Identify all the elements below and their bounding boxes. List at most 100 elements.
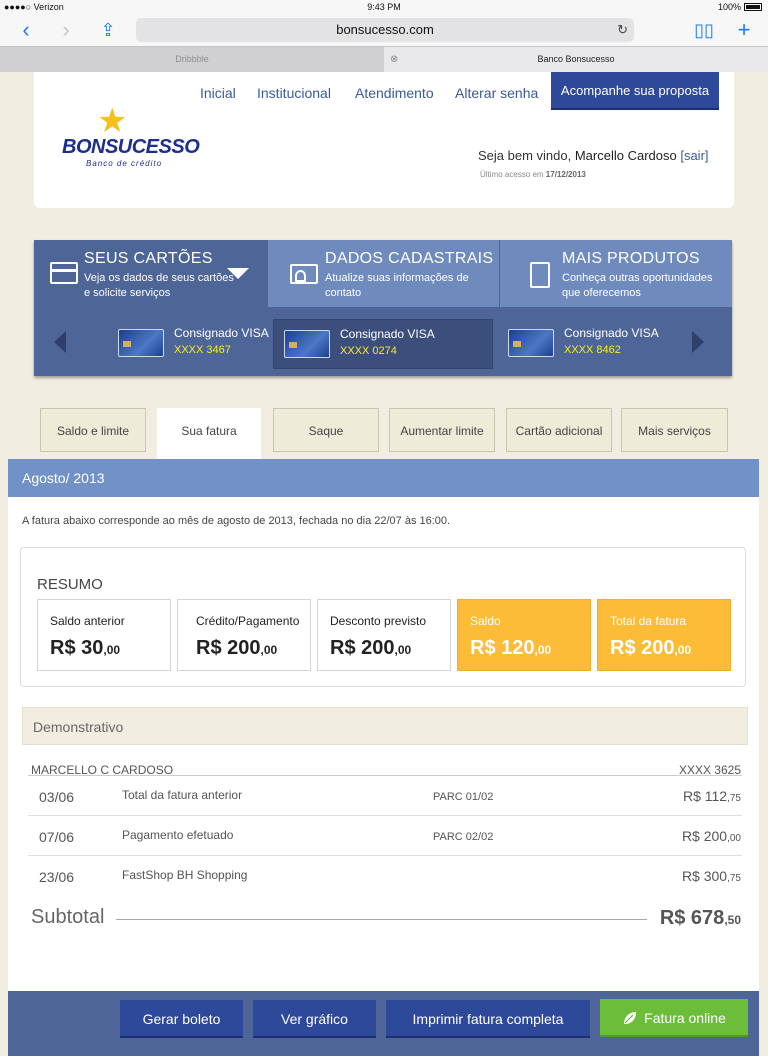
clock: 9:43 PM (367, 2, 401, 12)
amount-main: R$ 112 (682, 788, 728, 804)
card-name: Consignado VISA (564, 326, 659, 340)
tab-mais-servicos[interactable]: Mais serviços (621, 408, 728, 452)
browser-tab-bonsucesso[interactable]: ⊗ Banco Bonsucesso (384, 47, 768, 72)
summary-label: Saldo anterior (50, 614, 125, 628)
statement-header: Demonstrativo (22, 707, 748, 745)
credit-card-icon (50, 262, 78, 284)
invoice-content: Agosto/ 2013 A fatura abaixo corresponde… (8, 459, 759, 991)
amount-cents: ,75 (727, 873, 741, 884)
leaf-icon (624, 1012, 637, 1024)
user-name: Marcello Cardoso (574, 148, 677, 163)
summary-label: Total da fatura (610, 614, 687, 628)
subtotal-divider (116, 919, 647, 920)
tab-cartao-adicional[interactable]: Cartão adicional (506, 408, 612, 452)
value-cents: ,00 (260, 643, 278, 657)
card-item[interactable]: Consignado VISA XXXX 3467 (108, 319, 278, 369)
new-tab-icon[interactable]: + (730, 16, 758, 44)
card-name: Consignado VISA (340, 327, 435, 341)
tab-dados-cadastrais[interactable]: DADOS CADASTRAIS Atualize suas informaçõ… (268, 240, 499, 307)
card-carousel: Consignado VISA XXXX 3467 Consignado VIS… (34, 307, 732, 376)
summary-item-desconto: Desconto previsto R$ 200,00 (317, 599, 451, 671)
table-row: 23/06 FastShop BH Shopping R$ 300,75 (28, 856, 742, 896)
amount-cents: ,00 (727, 833, 741, 844)
forward-icon[interactable]: › (52, 16, 80, 44)
tab-mais-produtos[interactable]: MAIS PRODUTOS Conheça outras oportunidad… (500, 240, 732, 307)
tx-installment: PARC 02/02 (433, 831, 494, 843)
tab-saque[interactable]: Saque (273, 408, 379, 452)
tx-installment: PARC 01/02 (433, 791, 494, 803)
welcome-message: Seja bem vindo, Marcello Cardoso [sair] (478, 148, 709, 163)
nav-alterar-senha[interactable]: Alterar senha (455, 85, 538, 101)
tx-date: 23/06 (39, 869, 75, 885)
id-card-icon (290, 264, 318, 284)
account-panel: SEUS CARTÕES Veja os dados de seus cartõ… (34, 240, 732, 376)
subtotal-label: Subtotal (31, 906, 105, 928)
summary-value: R$ 200,00 (610, 637, 691, 660)
summary-box: RESUMO Saldo anterior R$ 30,00 Crédito/P… (20, 547, 746, 687)
tab-sua-fatura[interactable]: Sua fatura (157, 408, 261, 459)
tab-title: SEUS CARTÕES (84, 250, 213, 267)
value-cents: ,00 (103, 643, 121, 657)
card-item-selected[interactable]: Consignado VISA XXXX 0274 (273, 319, 493, 369)
nav-institucional[interactable]: Institucional (257, 85, 331, 101)
browser-tab-dribbble[interactable]: Dribbble (0, 47, 384, 72)
visa-card-icon (508, 329, 554, 357)
amount-main: R$ 300 (681, 868, 728, 884)
value-main: R$ 200 (610, 637, 675, 659)
battery-indicator: 100% (718, 2, 762, 12)
carousel-prev-icon[interactable] (54, 331, 66, 353)
address-bar[interactable]: bonsucesso.com ↻ (136, 18, 634, 42)
summary-title: RESUMO (37, 576, 103, 593)
tab-subtitle: Veja os dados de seus cartões e solicite… (84, 272, 234, 299)
tab-aumentar-limite[interactable]: Aumentar limite (389, 408, 495, 452)
value-cents: ,00 (534, 643, 552, 657)
print-invoice-button[interactable]: Imprimir fatura completa (386, 1000, 590, 1038)
invoice-month: Agosto/ 2013 (8, 459, 759, 497)
tx-description: Pagamento efetuado (122, 828, 234, 842)
carousel-next-icon[interactable] (692, 331, 704, 353)
share-icon[interactable]: ⇪ (94, 16, 122, 44)
summary-label: Desconto previsto (330, 614, 427, 628)
reload-icon[interactable]: ↻ (617, 18, 628, 42)
battery-percent: 100% (717, 2, 741, 12)
last-access-date: 17/12/2013 (545, 170, 586, 179)
tab-subtitle: Conheça outras oportunidades que oferece… (562, 272, 713, 299)
online-invoice-label: Fatura online (644, 1010, 726, 1026)
back-icon[interactable]: ‹ (12, 16, 40, 44)
tab-saldo-limite[interactable]: Saldo e limite (40, 408, 146, 452)
value-main: R$ 30 (50, 637, 104, 659)
summary-value: R$ 120,00 (470, 637, 551, 660)
summary-value: R$ 200,00 (330, 637, 411, 660)
nav-inicial[interactable]: Inicial (200, 85, 236, 101)
card-item[interactable]: Consignado VISA XXXX 8462 (498, 319, 668, 369)
online-invoice-button[interactable]: Fatura online (600, 999, 748, 1037)
ios-status-bar: ●●●●○ Verizon 9:43 PM 100% (0, 0, 768, 14)
summary-item-saldo-anterior: Saldo anterior R$ 30,00 (37, 599, 171, 671)
welcome-prefix: Seja bem vindo, (478, 148, 575, 163)
bonsucesso-logo[interactable]: ★ BONSUCESSO Banco de crédito (62, 104, 200, 174)
tx-description: FastShop BH Shopping (122, 868, 248, 882)
summary-value: R$ 30,00 (50, 637, 120, 660)
site-header: ★ BONSUCESSO Banco de crédito Inicial In… (34, 72, 734, 208)
view-chart-button[interactable]: Ver gráfico (253, 1000, 376, 1038)
chevron-down-icon (227, 268, 249, 279)
summary-label: Saldo (470, 614, 501, 628)
nav-atendimento[interactable]: Atendimento (355, 85, 434, 101)
logout-link[interactable]: [sair] (680, 148, 708, 163)
track-proposal-button[interactable]: Acompanhe sua proposta (551, 72, 719, 110)
logo-subtitle: Banco de crédito (86, 159, 163, 168)
invoice-intro: A fatura abaixo corresponde ao mês de ag… (22, 515, 451, 527)
value-cents: ,00 (674, 643, 692, 657)
bookmarks-icon[interactable]: ▯▯ (690, 16, 718, 44)
tx-amount: R$ 300,75 (682, 868, 741, 884)
value-cents: ,00 (394, 643, 412, 657)
generate-boleto-button[interactable]: Gerar boleto (120, 1000, 243, 1038)
close-tab-icon[interactable]: ⊗ (390, 47, 398, 72)
visa-card-icon (284, 330, 330, 358)
summary-item-credito: Crédito/Pagamento R$ 200,00 (177, 599, 311, 671)
url-text: bonsucesso.com (336, 22, 434, 37)
subtotal-value: R$ 678,50 (660, 907, 741, 930)
value-main: R$ 200 (330, 637, 395, 659)
subtotal-cents: ,50 (724, 913, 741, 927)
tab-seus-cartoes[interactable]: SEUS CARTÕES Veja os dados de seus cartõ… (34, 240, 267, 307)
